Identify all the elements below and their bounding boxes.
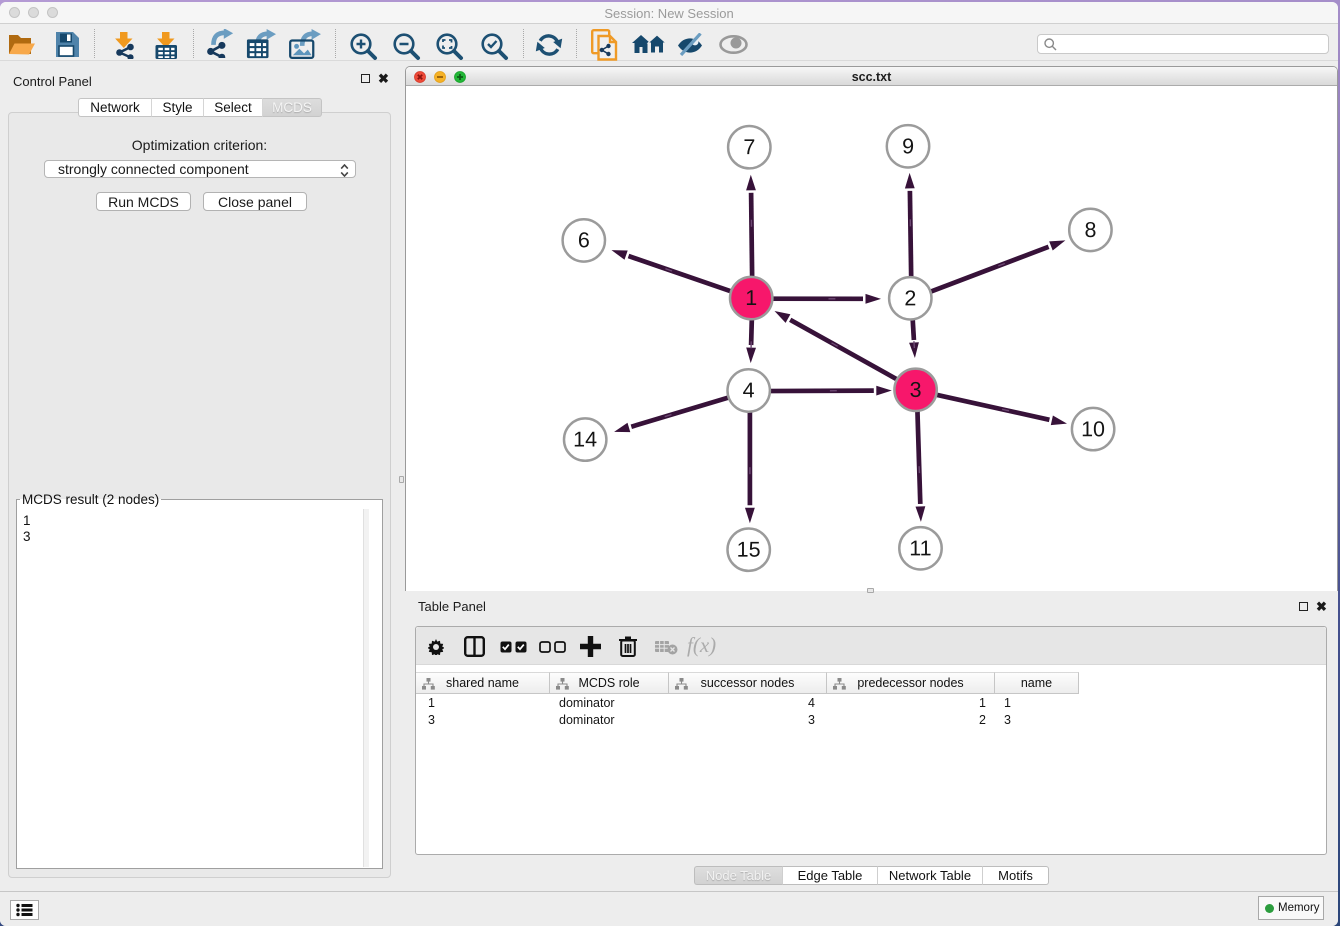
svg-text:14: 14 xyxy=(573,427,597,451)
svg-text:1: 1 xyxy=(745,286,757,310)
svg-text:8: 8 xyxy=(1084,218,1096,242)
svg-text:3: 3 xyxy=(910,378,922,402)
svg-text:2: 2 xyxy=(904,286,916,310)
svg-text:4: 4 xyxy=(743,378,755,402)
svg-text:7: 7 xyxy=(743,135,755,159)
svg-text:6: 6 xyxy=(578,228,590,252)
svg-text:11: 11 xyxy=(909,536,931,560)
svg-text:9: 9 xyxy=(902,134,914,158)
svg-text:15: 15 xyxy=(737,538,761,562)
svg-text:10: 10 xyxy=(1081,417,1105,441)
